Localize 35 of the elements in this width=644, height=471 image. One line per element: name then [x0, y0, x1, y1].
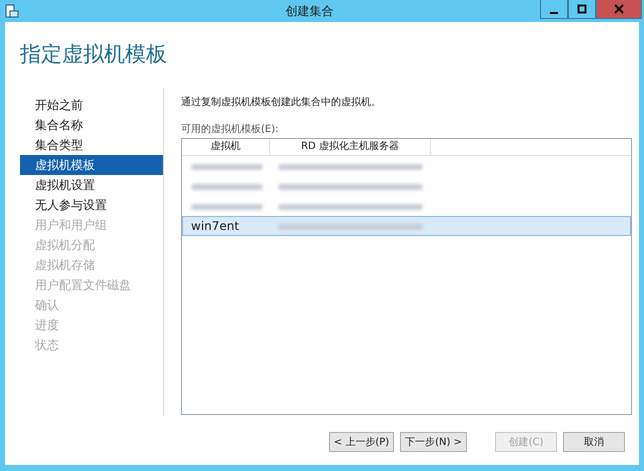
wizard-step: 用户配置文件磁盘	[20, 275, 163, 295]
page-title: 指定虚拟机模板	[19, 41, 168, 68]
window-title: 创建集合	[284, 2, 334, 20]
wizard-button[interactable]: 取消	[563, 432, 625, 452]
table-cell: win7ent	[191, 219, 240, 233]
blurred-text	[191, 204, 263, 210]
column-header[interactable]: RD 虚拟化主机服务器	[270, 139, 431, 155]
wizard-step: 用户和用户组	[20, 215, 163, 235]
maximize-button[interactable]	[568, 0, 596, 19]
wizard-step: 虚拟机存储	[20, 255, 163, 275]
wizard-step: 确认	[20, 295, 163, 315]
close-icon	[614, 4, 624, 14]
wizard-step: 状态	[20, 335, 163, 355]
table-row[interactable]: win7ent	[182, 216, 631, 236]
close-button[interactable]	[596, 0, 642, 19]
template-list[interactable]: 虚拟机 RD 虚拟化主机服务器 win7ent	[181, 138, 632, 415]
blurred-text	[191, 164, 263, 170]
wizard-step[interactable]: 无人参与设置	[20, 195, 163, 215]
wizard-step[interactable]: 集合类型	[20, 135, 163, 155]
wizard-step[interactable]: 集合名称	[20, 115, 163, 135]
maximize-icon	[577, 4, 587, 14]
description-text: 通过复制虚拟机模板创建此集合中的虚拟机。	[181, 96, 382, 110]
wizard-step[interactable]: 虚拟机设置	[20, 175, 163, 195]
wizard-step[interactable]: 虚拟机模板	[20, 155, 163, 175]
app-icon	[5, 4, 19, 18]
blurred-text	[191, 184, 263, 190]
wizard-step: 进度	[20, 315, 163, 335]
wizard-button[interactable]: < 上一步(P)	[328, 432, 394, 452]
minimize-button[interactable]	[540, 0, 568, 19]
minimize-icon	[550, 12, 558, 14]
list-label: 可用的虚拟机模板(E):	[181, 122, 280, 136]
column-header[interactable]: 虚拟机	[182, 139, 270, 155]
wizard-button[interactable]: 下一步(N) >	[400, 432, 467, 452]
wizard-step[interactable]: 开始之前	[20, 95, 163, 115]
wizard-step: 虚拟机分配	[20, 235, 163, 255]
